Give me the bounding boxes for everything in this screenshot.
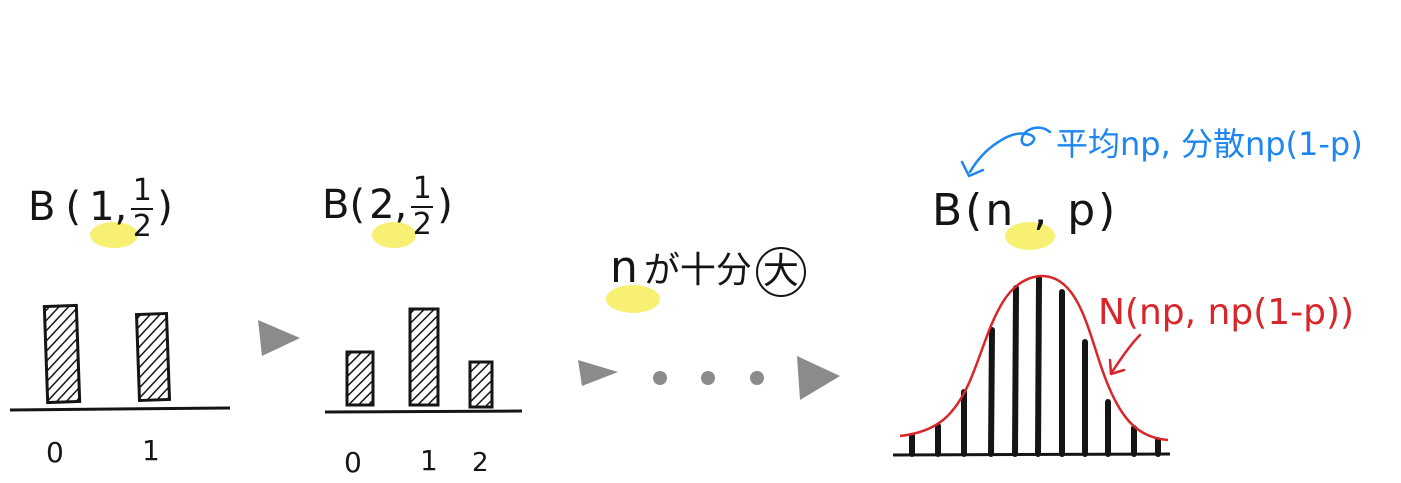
- panel1-bar-0: [42, 303, 82, 405]
- mean-variance-note: 平均np, 分散np(1-p): [1056, 125, 1363, 163]
- panel2-bar-2: [468, 360, 494, 409]
- arrow-right-icon: [258, 320, 300, 356]
- panel2-baseline: [324, 409, 523, 414]
- panel2-close: ): [437, 182, 453, 228]
- panel2-frac-num: 1: [412, 171, 432, 206]
- panel2-n: 2: [369, 182, 395, 228]
- panel3-label: B(n , p): [932, 185, 1119, 236]
- panel3-baseline: [892, 452, 1171, 457]
- panel2-tick-2: 2: [472, 448, 489, 478]
- panel1-tick-1: 1: [142, 434, 160, 467]
- panel1-comma: ,: [114, 184, 128, 230]
- arrow-right-icon: [797, 356, 840, 400]
- panel2-frac-den: 2: [412, 207, 432, 242]
- panel1-fraction: 12: [131, 173, 154, 244]
- panel2-bar-0: [345, 350, 375, 407]
- panel2-B: B: [322, 182, 350, 228]
- panel1-close: ): [157, 184, 173, 230]
- red-arrowhead-icon: [1108, 358, 1126, 376]
- panel1-label: B(1, 1 2): [28, 176, 173, 242]
- panel2-bar-1: [408, 307, 440, 407]
- panel2-tick-1: 1: [420, 444, 438, 477]
- blue-pointer-arrow: [968, 126, 1052, 174]
- panel1-frac-den: 2: [132, 209, 152, 244]
- panel1-tick-0: 0: [46, 436, 64, 469]
- middle-circled: 大: [755, 247, 806, 297]
- panel2-tick-0: 0: [344, 446, 362, 479]
- panel1-bar-1: [134, 311, 172, 403]
- panel1-B: B: [28, 184, 56, 230]
- panel1-baseline: [9, 406, 231, 412]
- panel1-n: 1: [89, 184, 115, 230]
- panel2-open: (: [349, 182, 366, 228]
- panel1-open: (: [65, 184, 82, 230]
- normal-distribution-label: N(np, np(1-p)): [1098, 292, 1355, 333]
- middle-condition: n が十分大: [610, 238, 806, 301]
- ellipsis-dot-icon: [750, 371, 764, 385]
- middle-n: n: [610, 242, 638, 293]
- panel2-fraction: 12: [411, 171, 434, 242]
- middle-text: が十分: [643, 250, 752, 291]
- panel1-frac-num: 1: [132, 173, 152, 208]
- panel2-label: B(2, 1 2): [322, 174, 453, 240]
- arrow-right-icon: [578, 360, 618, 386]
- panel2-bars: [324, 307, 523, 414]
- ellipsis-dot-icon: [701, 371, 715, 385]
- panel1-bars: [9, 303, 231, 412]
- ellipsis-dot-icon: [653, 371, 667, 385]
- red-pointer-arrow: [1110, 333, 1142, 374]
- panel2-comma: ,: [394, 182, 408, 228]
